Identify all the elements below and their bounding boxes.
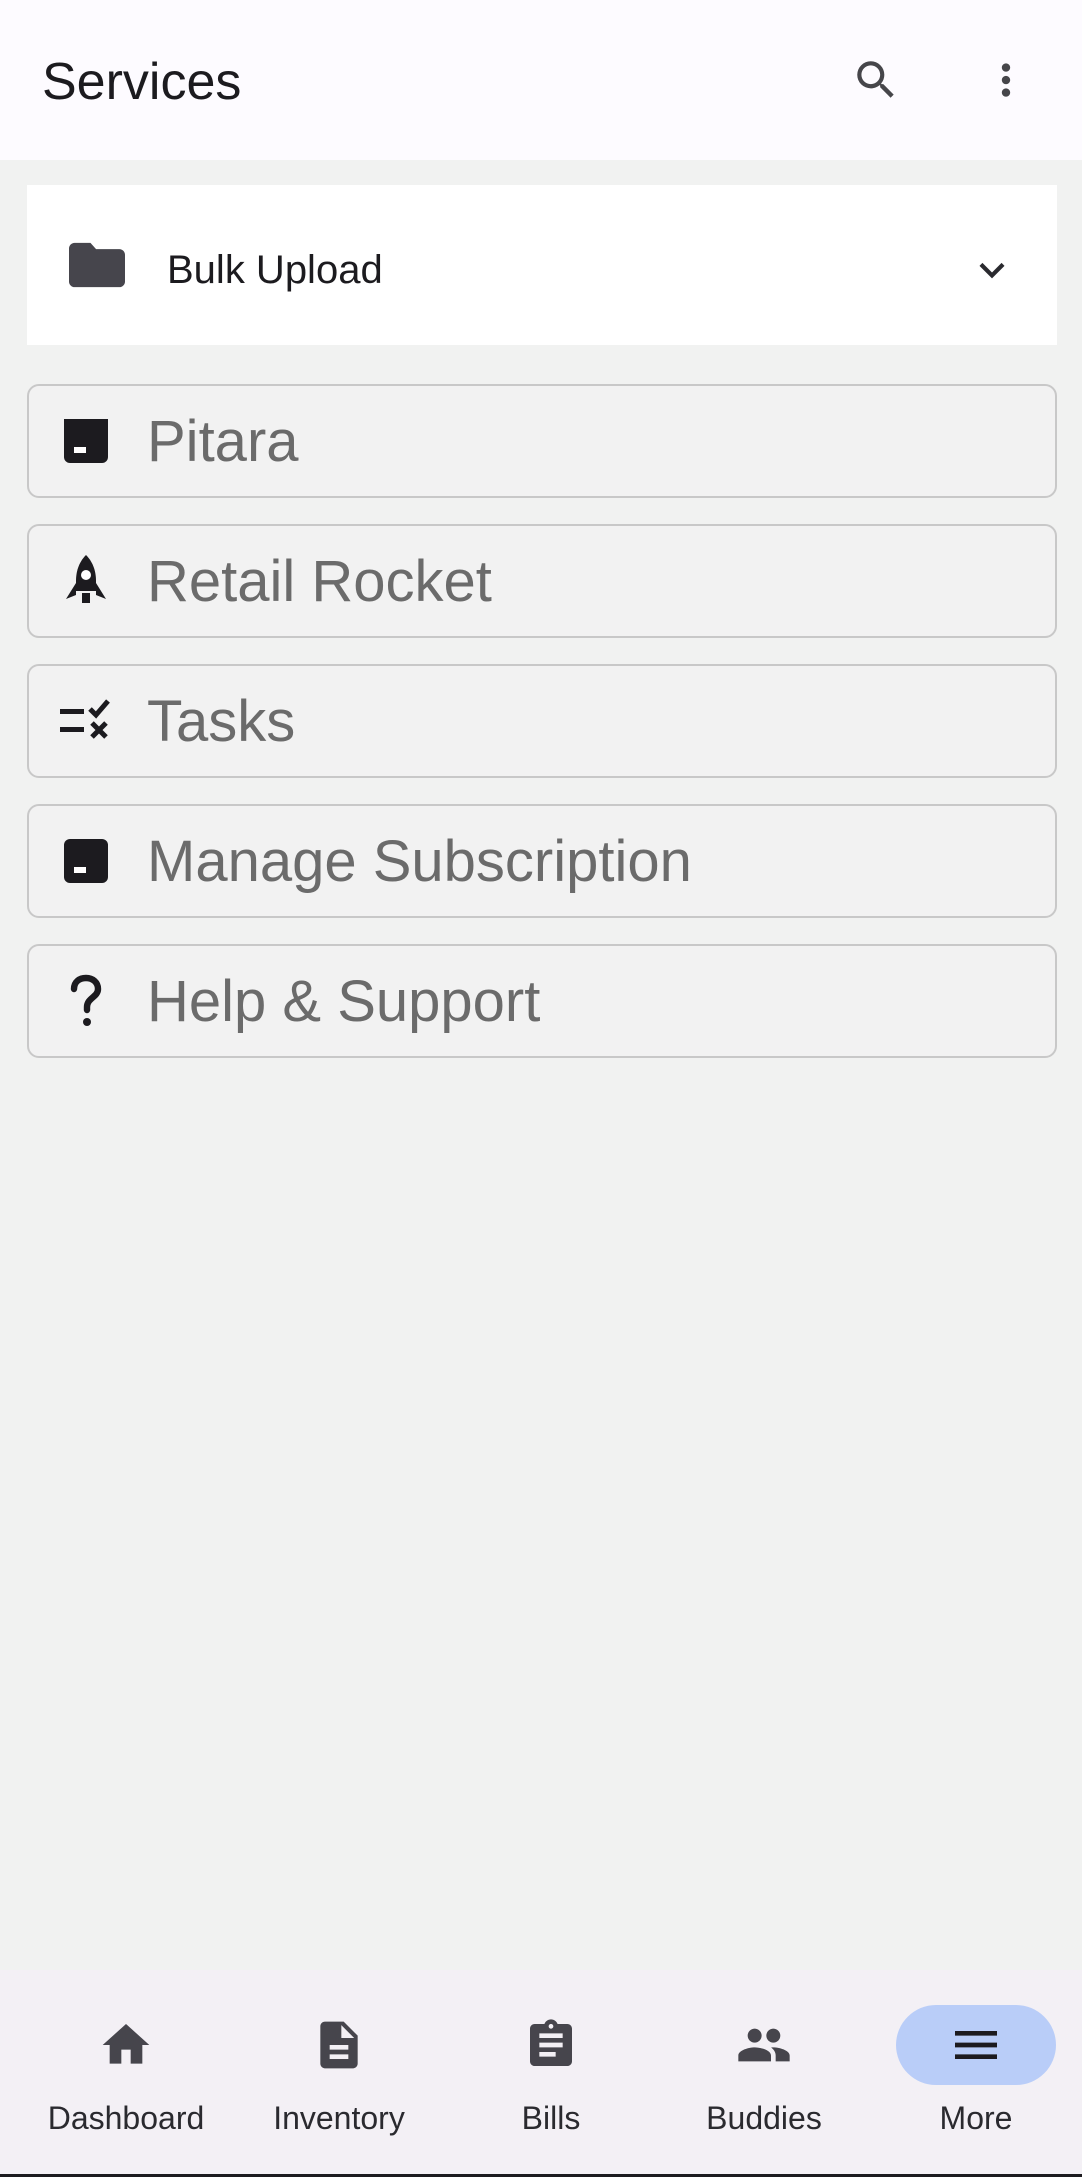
bulk-upload-accordion[interactable]: Bulk Upload [27,185,1057,345]
nav-item-more[interactable]: More [876,1970,1076,2177]
more-options-button[interactable] [970,40,1042,120]
service-card-help-support[interactable]: Help & Support [27,944,1057,1058]
home-icon [102,2024,150,2064]
rocket-icon [66,555,106,603]
page-title: Services [42,53,242,111]
bottom-navigation: Dashboard Inventory Bills Buddies More [0,1970,1082,2177]
document-icon [320,2021,358,2069]
service-card-pitara[interactable]: Pitara [27,384,1057,498]
bulk-upload-label: Bulk Upload [167,248,383,292]
more-vert-icon [1001,63,1011,97]
checklist-icon [60,699,110,739]
service-label: Pitara [147,409,299,474]
service-label: Tasks [147,689,296,754]
service-card-manage-subscription[interactable]: Manage Subscription [27,804,1057,918]
nav-label: Buddies [706,2100,822,2136]
clipboard-icon [530,2019,572,2066]
service-card-retail-rocket[interactable]: Retail Rocket [27,524,1057,638]
service-label: Retail Rocket [147,549,492,614]
service-label: Help & Support [147,969,541,1034]
search-icon [857,61,894,98]
nav-item-dashboard[interactable]: Dashboard [26,1970,226,2177]
question-mark-icon [70,974,102,1026]
nav-label: Inventory [273,2100,405,2136]
nav-item-buddies[interactable]: Buddies [664,1970,864,2177]
archive-box-icon [64,839,108,883]
search-button[interactable] [840,40,912,120]
nav-label: Dashboard [47,2100,205,2136]
service-card-tasks[interactable]: Tasks [27,664,1057,778]
archive-box-icon [64,419,108,463]
chevron-down-icon[interactable] [967,245,1017,295]
folder-icon [69,242,125,288]
nav-label: Bills [521,2100,581,2136]
nav-item-inventory[interactable]: Inventory [239,1970,439,2177]
people-icon [738,2028,790,2062]
top-app-bar: Services [0,0,1082,160]
nav-item-bills[interactable]: Bills [451,1970,651,2177]
nav-label: More [939,2100,1013,2136]
menu-icon [955,2031,997,2059]
service-label: Manage Subscription [147,829,692,894]
